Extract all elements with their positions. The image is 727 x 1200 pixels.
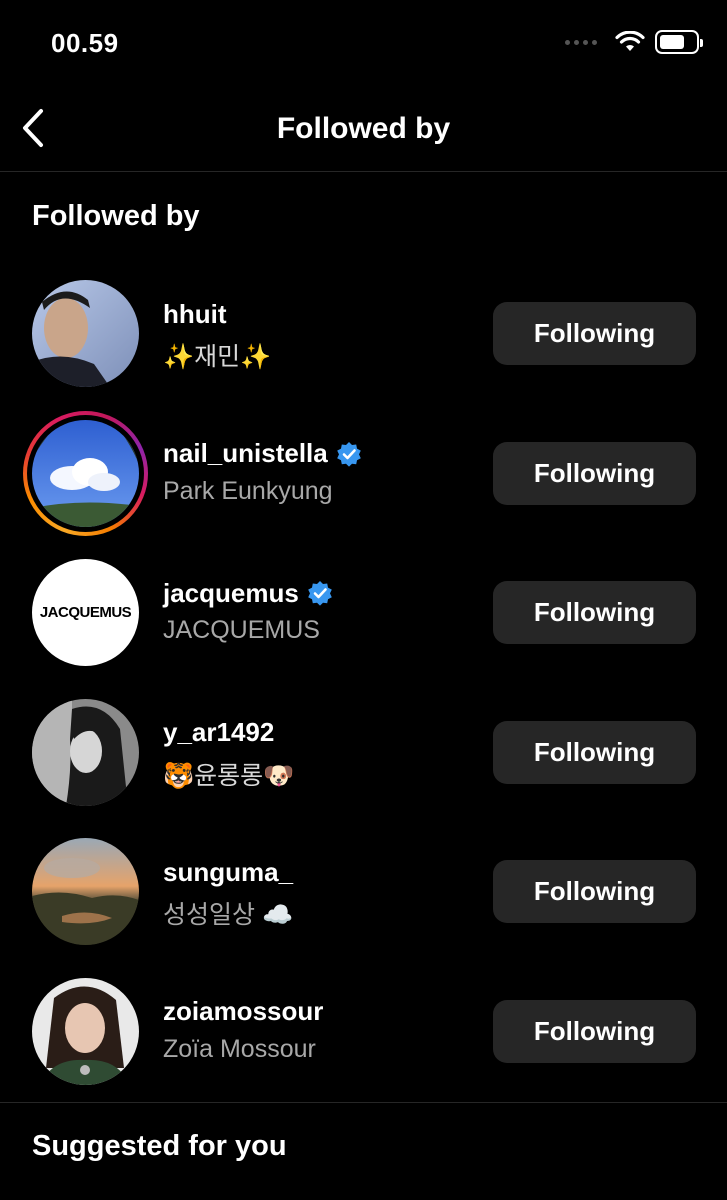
jacquemus-logo: JACQUEMUS <box>39 604 132 622</box>
avatar[interactable]: JACQUEMUS <box>32 559 139 667</box>
list-item[interactable]: nail_unistella Park Eunkyung Following <box>0 404 727 544</box>
avatar[interactable] <box>32 977 139 1085</box>
avatar[interactable] <box>32 280 139 387</box>
following-button[interactable]: Following <box>493 999 696 1063</box>
verified-badge-icon <box>336 441 361 467</box>
signal-icon <box>565 39 597 45</box>
battery-icon <box>655 30 703 54</box>
username[interactable]: sunguma_ <box>163 856 293 888</box>
followed-by-list: hhuit ✨재민✨ Following nail_unistella Park… <box>0 264 727 1102</box>
verified-badge-icon <box>308 581 332 606</box>
list-item[interactable]: hhuit ✨재민✨ Following <box>0 264 727 404</box>
username[interactable]: hhuit <box>163 298 271 330</box>
following-button[interactable]: Following <box>493 720 696 784</box>
full-name: Park Eunkyung <box>163 476 333 505</box>
section-divider <box>0 1102 727 1103</box>
full-name: JACQUEMUS <box>163 616 320 645</box>
list-item[interactable]: y_ar1492 🐯윤롱롱🐶 Following <box>0 683 727 823</box>
following-button[interactable]: Following <box>493 860 696 924</box>
list-item[interactable]: JACQUEMUS jacquemus JACQUEMUS Following <box>0 543 727 683</box>
avatar[interactable] <box>32 698 139 806</box>
status-bar: 00.59 <box>0 0 727 90</box>
following-button[interactable]: Following <box>493 581 696 645</box>
list-item[interactable]: sunguma_ 성성일상 ☁️ Following <box>0 822 727 962</box>
nav-bar: Followed by <box>0 90 727 172</box>
full-name: Zoïa Mossour <box>163 1034 316 1063</box>
section-title-followed-by: Followed by <box>32 200 200 232</box>
full-name: 성성일상 ☁️ <box>163 901 294 930</box>
status-icons <box>565 30 703 54</box>
list-item[interactable]: zoiamossour Zoïa Mossour Following <box>0 962 727 1102</box>
avatar[interactable] <box>32 838 139 946</box>
username[interactable]: nail_unistella <box>163 438 362 470</box>
wifi-icon <box>615 31 645 51</box>
following-button[interactable]: Following <box>493 302 696 365</box>
avatar[interactable] <box>23 410 148 536</box>
username[interactable]: y_ar1492 <box>163 717 294 749</box>
username[interactable]: jacquemus <box>163 577 333 609</box>
full-name: ✨재민✨ <box>163 343 272 371</box>
section-title-suggested: Suggested for you <box>32 1130 287 1162</box>
following-button[interactable]: Following <box>493 441 696 505</box>
page-title: Followed by <box>276 112 451 145</box>
status-time: 00.59 <box>51 28 119 58</box>
username[interactable]: zoiamossour <box>163 996 323 1028</box>
full-name: 🐯윤롱롱🐶 <box>163 761 295 790</box>
